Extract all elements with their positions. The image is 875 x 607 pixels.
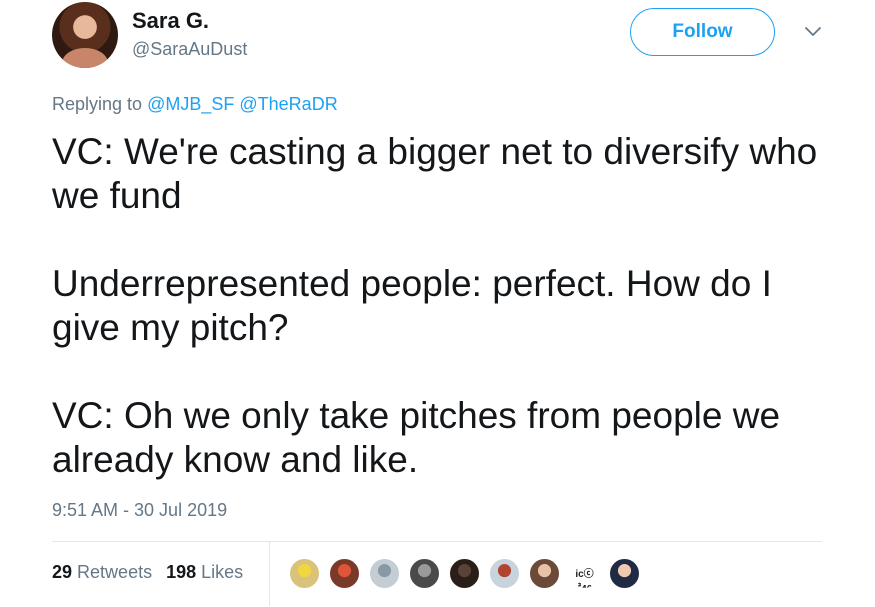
liker-avatar-8[interactable]: icⓒ ㎡401: [568, 557, 601, 590]
mention-link[interactable]: @MJB_SF: [147, 94, 234, 114]
liker-avatar-3[interactable]: [368, 557, 401, 590]
likes-stat[interactable]: 198 Likes: [166, 562, 243, 582]
liker-avatar-4[interactable]: [408, 557, 441, 590]
tweet-stats: 29 Retweets 198 Likes: [52, 562, 243, 583]
liker-avatar-7[interactable]: [528, 557, 561, 590]
liker-avatar-6[interactable]: [488, 557, 521, 590]
tweet-paragraph: Underrepresented people: perfect. How do…: [52, 263, 772, 348]
tweet-timestamp[interactable]: 9:51 AM - 30 Jul 2019: [52, 500, 227, 521]
likes-label: Likes: [201, 562, 244, 582]
chevron-down-icon[interactable]: [802, 20, 824, 42]
retweets-label: Retweets: [77, 562, 153, 582]
author-handle[interactable]: @SaraAuDust: [132, 39, 247, 60]
replying-prefix: Replying to: [52, 94, 143, 114]
liker-avatar-5[interactable]: [448, 557, 481, 590]
stats-divider: [52, 541, 822, 542]
author-avatar[interactable]: [52, 2, 118, 68]
liker-avatar-text: icⓒ ㎡401: [571, 569, 598, 590]
retweets-count: 29: [52, 562, 73, 582]
tweet-text: VC: We're casting a bigger net to divers…: [52, 130, 842, 482]
follow-button[interactable]: Follow: [630, 8, 775, 56]
retweets-stat[interactable]: 29 Retweets: [52, 562, 152, 582]
liker-avatar-2[interactable]: [328, 557, 361, 590]
likes-count: 198: [166, 562, 197, 582]
author-name[interactable]: Sara G.: [132, 8, 209, 34]
mention-link[interactable]: @TheRaDR: [239, 94, 337, 114]
tweet-header: Sara G. @SaraAuDust Follow: [52, 2, 832, 70]
replying-to: Replying to @MJB_SF @TheRaDR: [52, 94, 338, 115]
stats-vertical-divider: [269, 542, 270, 606]
tweet-paragraph: VC: We're casting a bigger net to divers…: [52, 131, 818, 216]
avatar-shoulders: [62, 48, 108, 68]
tweet-paragraph: VC: Oh we only take pitches from people …: [52, 395, 781, 480]
liker-avatar-1[interactable]: [288, 557, 321, 590]
liker-avatar-9[interactable]: [608, 557, 641, 590]
